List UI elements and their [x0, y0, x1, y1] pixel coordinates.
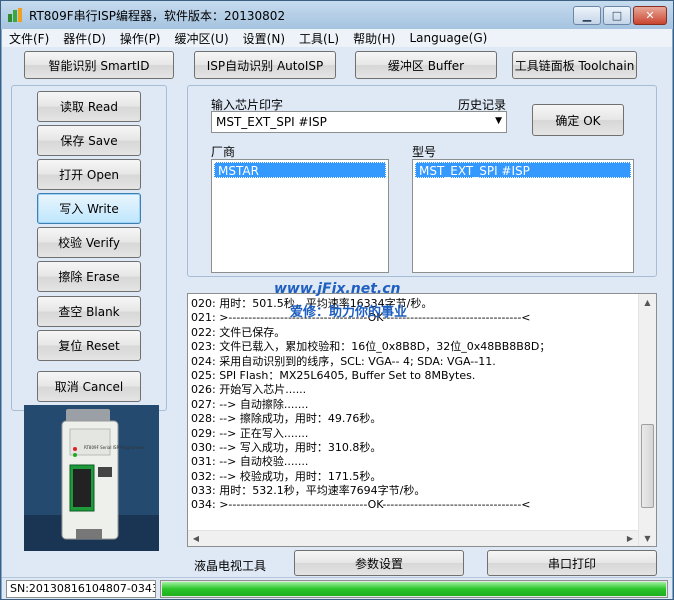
status-bar: SN:20130816104807-0343	[2, 577, 672, 599]
erase-button[interactable]: 擦除 Erase	[37, 261, 141, 292]
watermark-url: www.jFix.net.cn	[274, 281, 401, 297]
menu-settings[interactable]: 设置(N)	[236, 30, 292, 47]
menu-help[interactable]: 帮助(H)	[346, 30, 402, 47]
vendor-label: 厂商	[211, 145, 236, 159]
main-window: RT809F串行ISP编程器，软件版本：20130802 ▁ □ ✕ 文件(F)…	[0, 0, 674, 600]
smartid-button[interactable]: 智能识别 SmartID	[24, 51, 174, 79]
log-line: 032: --> 校验成功，用时：171.5秒。	[191, 469, 382, 483]
vendor-list[interactable]: MSTAR	[211, 159, 389, 273]
minimize-button[interactable]: ▁	[573, 6, 601, 25]
scroll-up-icon[interactable]: ▲	[639, 294, 656, 310]
model-item-selected[interactable]: MST_EXT_SPI #ISP	[415, 162, 631, 178]
close-button[interactable]: ✕	[633, 6, 667, 25]
maximize-icon: □	[611, 9, 623, 22]
app-icon	[8, 8, 22, 22]
autoisp-button[interactable]: ISP自动识别 AutoISP	[194, 51, 336, 79]
ok-button[interactable]: 确定 OK	[532, 104, 624, 136]
programmer-model-text: RT809F Serial ISP Programmer	[84, 445, 145, 450]
menu-operation[interactable]: 操作(P)	[113, 30, 168, 47]
menu-tools[interactable]: 工具(L)	[292, 30, 346, 47]
log-horizontal-scrollbar[interactable]: ◀ ▶	[188, 530, 638, 546]
verify-button[interactable]: 校验 Verify	[37, 227, 141, 258]
log-lines: 020: 用时：501.5秒，平均速率16334字节/秒。 021: >----…	[191, 297, 636, 513]
log-line: 029: --> 正在写入.......	[191, 426, 309, 440]
serial-print-button[interactable]: 串口打印	[487, 550, 657, 576]
programmer-image: RT809F Serial ISP Programmer	[24, 405, 159, 551]
maximize-button[interactable]: □	[603, 6, 631, 25]
blank-button[interactable]: 查空 Blank	[37, 296, 141, 327]
client-area: 智能识别 SmartID ISP自动识别 AutoISP 缓冲区 Buffer …	[2, 47, 672, 599]
reset-button[interactable]: 复位 Reset	[37, 330, 141, 361]
write-button[interactable]: 写入 Write	[37, 193, 141, 224]
scroll-left-icon[interactable]: ◀	[188, 531, 204, 546]
progress-bar	[160, 580, 668, 598]
log-line: 027: --> 自动擦除.......	[191, 397, 309, 411]
log-line: 023: 文件已载入，累加校验和：16位_0x8B8D，32位_0x48BB8B…	[191, 340, 551, 354]
serial-number: SN:20130816104807-0343	[6, 580, 156, 598]
window-title: RT809F串行ISP编程器，软件版本：20130802	[29, 9, 286, 23]
watermark-text: 爱修：助力你的事业	[290, 305, 408, 320]
chevron-down-icon[interactable]: ▼	[495, 116, 502, 126]
log-line: 031: --> 自动校验.......	[191, 455, 309, 469]
menu-bar: 文件(F) 器件(D) 操作(P) 缓冲区(U) 设置(N) 工具(L) 帮助(…	[2, 29, 672, 47]
log-line: 028: --> 擦除成功，用时：49.76秒。	[191, 412, 382, 426]
toolchain-button[interactable]: 工具链面板 Toolchain	[512, 51, 637, 79]
scroll-down-icon[interactable]: ▼	[639, 530, 656, 546]
log-vertical-scrollbar[interactable]: ▲ ▼	[638, 294, 656, 546]
menu-buffer[interactable]: 缓冲区(U)	[168, 30, 236, 47]
model-list[interactable]: MST_EXT_SPI #ISP	[412, 159, 634, 273]
vendor-item-selected[interactable]: MSTAR	[214, 162, 386, 178]
model-label: 型号	[412, 145, 437, 159]
log-line: 022: 文件已保存。	[191, 325, 286, 339]
lcd-tool-label: 液晶电视工具	[194, 559, 267, 573]
log-line: 024: 采用自动识别到的线序，SCL: VGA-- 4; SDA: VGA--…	[191, 354, 496, 368]
menu-language[interactable]: Language(G)	[402, 31, 494, 45]
close-icon: ✕	[645, 9, 655, 22]
log-line: 034: >----------------------------------…	[191, 498, 531, 512]
scroll-thumb[interactable]	[641, 424, 654, 508]
params-button[interactable]: 参数设置	[294, 550, 464, 576]
scroll-right-icon[interactable]: ▶	[622, 531, 638, 546]
log-line: 021: >----------------------------------…	[191, 311, 531, 325]
log-line: 020: 用时：501.5秒，平均速率16334字节/秒。	[191, 297, 433, 310]
menu-file[interactable]: 文件(F)	[2, 30, 56, 47]
log-line: 033: 用时：532.1秒，平均速率7694字节/秒。	[191, 484, 426, 498]
log-line: 026: 开始写入芯片......	[191, 383, 307, 397]
chip-combo[interactable]: MST_EXT_SPI #ISP ▼	[211, 111, 507, 133]
minimize-icon: ▁	[582, 9, 592, 22]
log-line: 025: SPI Flash：MX25L6405, Buffer Set to …	[191, 368, 476, 382]
menu-device[interactable]: 器件(D)	[56, 30, 113, 47]
buffer-button[interactable]: 缓冲区 Buffer	[355, 51, 497, 79]
log-output[interactable]: 020: 用时：501.5秒，平均速率16334字节/秒。 021: >----…	[187, 293, 657, 547]
progress-fill	[162, 582, 666, 596]
title-bar[interactable]: RT809F串行ISP编程器，软件版本：20130802 ▁ □ ✕	[1, 1, 673, 29]
open-button[interactable]: 打开 Open	[37, 159, 141, 190]
cancel-button[interactable]: 取消 Cancel	[37, 371, 141, 402]
programmer-illustration: RT809F Serial ISP Programmer	[24, 405, 159, 551]
read-button[interactable]: 读取 Read	[37, 91, 141, 122]
chip-combo-value: MST_EXT_SPI #ISP	[216, 115, 327, 129]
log-line: 030: --> 写入成功，用时：310.8秒。	[191, 440, 382, 454]
save-button[interactable]: 保存 Save	[37, 125, 141, 156]
